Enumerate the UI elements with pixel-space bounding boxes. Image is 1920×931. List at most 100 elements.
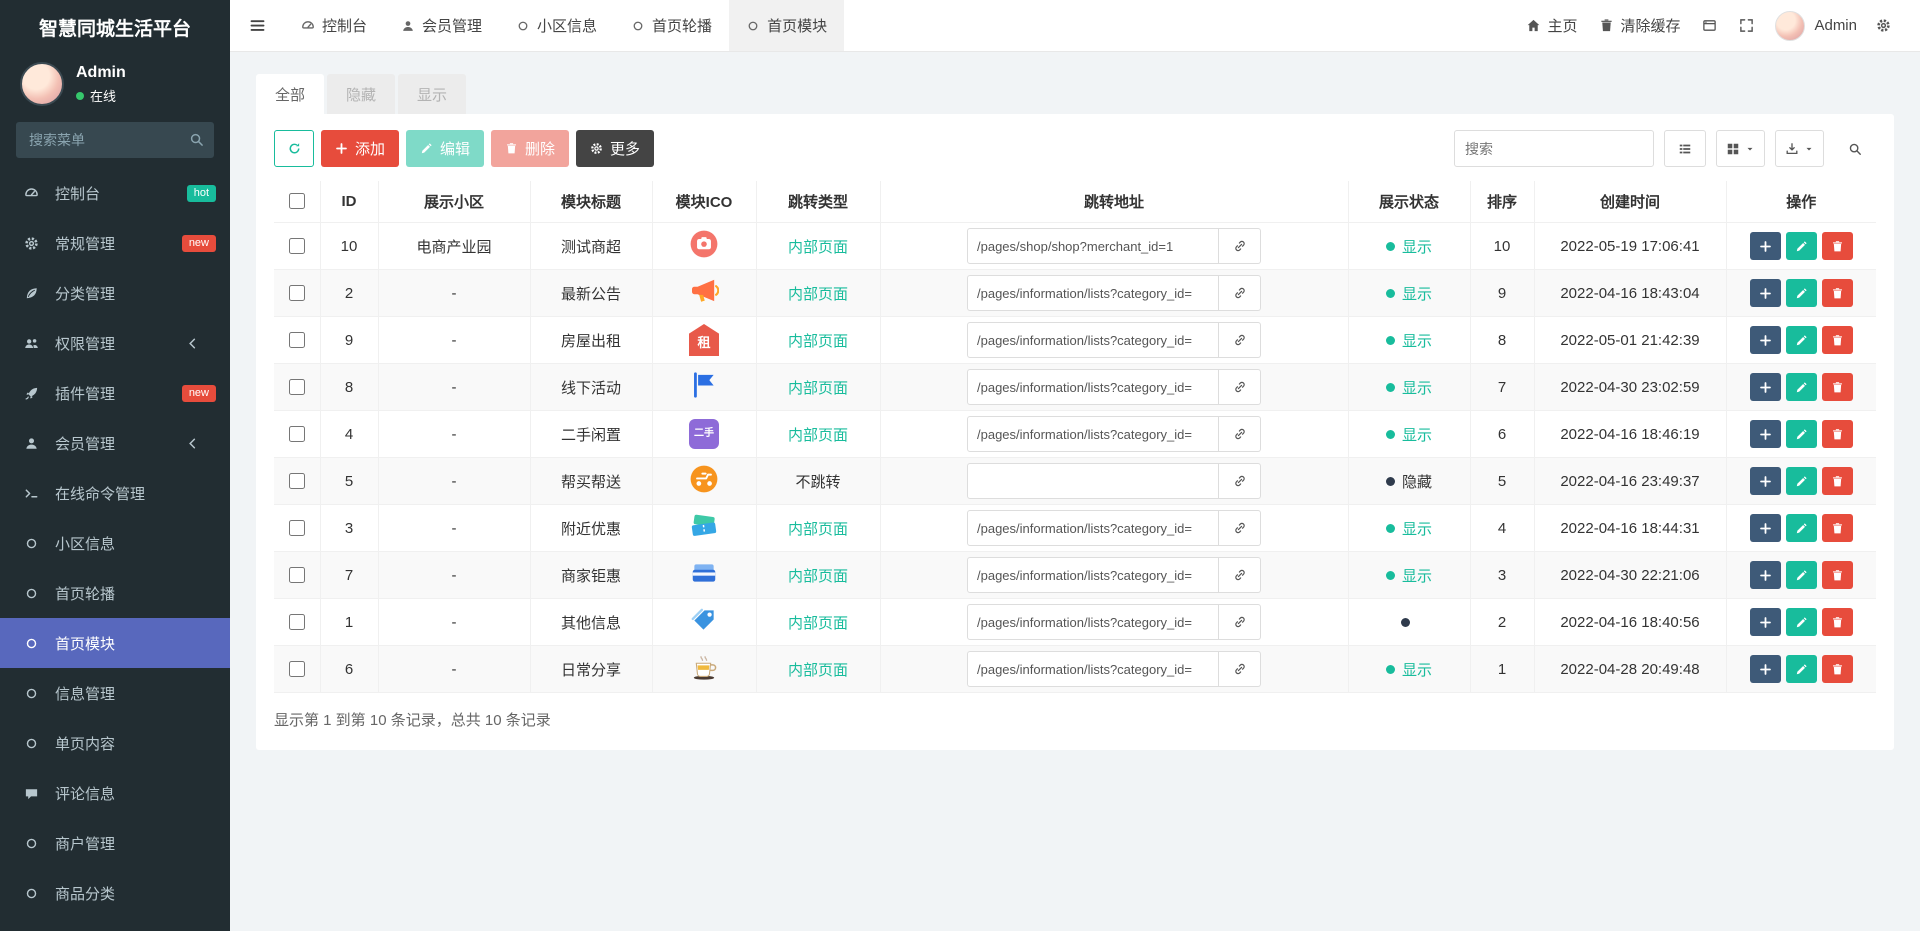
- sidebar-item-merchant[interactable]: 商户管理: [0, 818, 230, 868]
- jump-url-link-button[interactable]: [1219, 275, 1261, 311]
- jump-type-link[interactable]: 内部页面: [788, 662, 848, 679]
- jump-type-link[interactable]: 内部页面: [788, 615, 848, 632]
- row-delete-button[interactable]: [1821, 420, 1853, 448]
- sidebar-item-member[interactable]: 会员管理: [0, 418, 230, 468]
- navbar-tab-member[interactable]: 会员管理: [384, 0, 499, 51]
- jump-url-input[interactable]: [967, 416, 1219, 452]
- sidebar-item-general[interactable]: 常规管理 new: [0, 218, 230, 268]
- jump-url-input[interactable]: [967, 510, 1219, 546]
- status-badge[interactable]: 显示: [1385, 565, 1432, 586]
- filter-tab-all[interactable]: 全部: [256, 74, 325, 114]
- jump-url-input[interactable]: [967, 322, 1219, 358]
- row-checkbox[interactable]: [289, 472, 306, 489]
- row-checkbox[interactable]: [289, 284, 306, 301]
- row-edit-button[interactable]: [1785, 373, 1817, 401]
- sidebar-item-auth[interactable]: 权限管理: [0, 318, 230, 368]
- detail-view-button[interactable]: [1664, 130, 1706, 167]
- navbar-avatar[interactable]: [1775, 10, 1806, 41]
- row-checkbox[interactable]: [289, 331, 306, 348]
- jump-type-link[interactable]: 内部页面: [788, 286, 848, 303]
- sidebar-item-dashboard[interactable]: 控制台 hot: [0, 168, 230, 218]
- row-checkbox[interactable]: [289, 613, 306, 630]
- sidebar-item-home-module[interactable]: 首页模块: [0, 618, 230, 668]
- navbar-tab-home-module[interactable]: 首页模块: [729, 0, 845, 51]
- row-add-button[interactable]: [1749, 514, 1781, 542]
- column-header[interactable]: 跳转类型: [755, 181, 881, 223]
- row-edit-button[interactable]: [1785, 420, 1817, 448]
- select-all-checkbox[interactable]: [289, 193, 306, 209]
- row-delete-button[interactable]: [1821, 373, 1853, 401]
- row-add-button[interactable]: [1749, 373, 1781, 401]
- jump-url-link-button[interactable]: [1219, 651, 1261, 687]
- jump-type-link[interactable]: 内部页面: [788, 568, 848, 585]
- column-header[interactable]: 模块标题: [529, 181, 653, 223]
- row-add-button[interactable]: [1749, 232, 1781, 260]
- jump-url-input[interactable]: [967, 275, 1219, 311]
- sidebar-item-online-command[interactable]: 在线命令管理: [0, 468, 230, 518]
- status-badge[interactable]: 显示: [1385, 236, 1432, 257]
- row-delete-button[interactable]: [1821, 326, 1853, 354]
- add-button[interactable]: 添加: [321, 130, 400, 167]
- jump-url-link-button[interactable]: [1219, 322, 1261, 358]
- status-badge[interactable]: 显示: [1385, 518, 1432, 539]
- row-edit-button[interactable]: [1785, 655, 1817, 683]
- search-button[interactable]: [1834, 130, 1876, 167]
- row-edit-button[interactable]: [1785, 279, 1817, 307]
- row-add-button[interactable]: [1749, 326, 1781, 354]
- column-header[interactable]: 排序: [1469, 181, 1535, 223]
- jump-url-link-button[interactable]: [1219, 463, 1261, 499]
- filter-tab-visible[interactable]: 显示: [398, 74, 467, 114]
- sidebar-item-category[interactable]: 分类管理: [0, 268, 230, 318]
- row-checkbox[interactable]: [289, 519, 306, 536]
- jump-type-link[interactable]: 内部页面: [788, 521, 848, 538]
- row-delete-button[interactable]: [1821, 561, 1853, 589]
- menu-toggle-button[interactable]: [230, 0, 284, 51]
- jump-url-link-button[interactable]: [1219, 510, 1261, 546]
- jump-type-link[interactable]: 内部页面: [788, 239, 848, 256]
- column-header[interactable]: 展示小区: [377, 181, 531, 223]
- row-add-button[interactable]: [1749, 420, 1781, 448]
- columns-button[interactable]: [1716, 130, 1765, 167]
- row-edit-button[interactable]: [1785, 608, 1817, 636]
- status-badge[interactable]: 显示: [1385, 377, 1432, 398]
- sidebar-item-single-page[interactable]: 单页内容: [0, 718, 230, 768]
- row-checkbox[interactable]: [289, 378, 306, 395]
- sidebar-item-goods-category[interactable]: 商品分类: [0, 868, 230, 918]
- sidebar-item-info-manage[interactable]: 信息管理: [0, 668, 230, 718]
- row-delete-button[interactable]: [1821, 514, 1853, 542]
- filter-tab-hidden[interactable]: 隐藏: [327, 74, 396, 114]
- jump-url-link-button[interactable]: [1219, 557, 1261, 593]
- settings-button[interactable]: [1865, 0, 1902, 51]
- column-header[interactable]: 展示状态: [1347, 181, 1471, 223]
- status-badge[interactable]: [1401, 617, 1417, 627]
- row-edit-button[interactable]: [1785, 561, 1817, 589]
- row-delete-button[interactable]: [1821, 655, 1853, 683]
- row-delete-button[interactable]: [1821, 608, 1853, 636]
- status-badge[interactable]: 显示: [1385, 330, 1432, 351]
- row-edit-button[interactable]: [1785, 232, 1817, 260]
- row-add-button[interactable]: [1749, 608, 1781, 636]
- column-header[interactable]: ID: [319, 181, 379, 223]
- refresh-button[interactable]: [274, 130, 314, 167]
- jump-type-link[interactable]: 内部页面: [788, 427, 848, 444]
- row-checkbox[interactable]: [289, 237, 306, 254]
- layout-toggle-button[interactable]: [1691, 0, 1728, 51]
- jump-url-link-button[interactable]: [1219, 369, 1261, 405]
- fullscreen-button[interactable]: [1728, 0, 1765, 51]
- jump-url-link-button[interactable]: [1219, 228, 1261, 264]
- status-badge[interactable]: 显示: [1385, 659, 1432, 680]
- export-button[interactable]: [1775, 130, 1824, 167]
- row-edit-button[interactable]: [1785, 514, 1817, 542]
- row-checkbox[interactable]: [289, 425, 306, 442]
- row-delete-button[interactable]: [1821, 467, 1853, 495]
- jump-url-input[interactable]: [967, 651, 1219, 687]
- column-header[interactable]: 创建时间: [1533, 181, 1727, 223]
- jump-url-link-button[interactable]: [1219, 604, 1261, 640]
- delete-button[interactable]: 删除: [491, 130, 570, 167]
- navbar-tab-home-banner[interactable]: 首页轮播: [614, 0, 729, 51]
- status-badge[interactable]: 隐藏: [1385, 471, 1432, 492]
- jump-url-input[interactable]: [967, 604, 1219, 640]
- row-delete-button[interactable]: [1821, 279, 1853, 307]
- row-checkbox[interactable]: [289, 660, 306, 677]
- jump-url-input[interactable]: [967, 463, 1219, 499]
